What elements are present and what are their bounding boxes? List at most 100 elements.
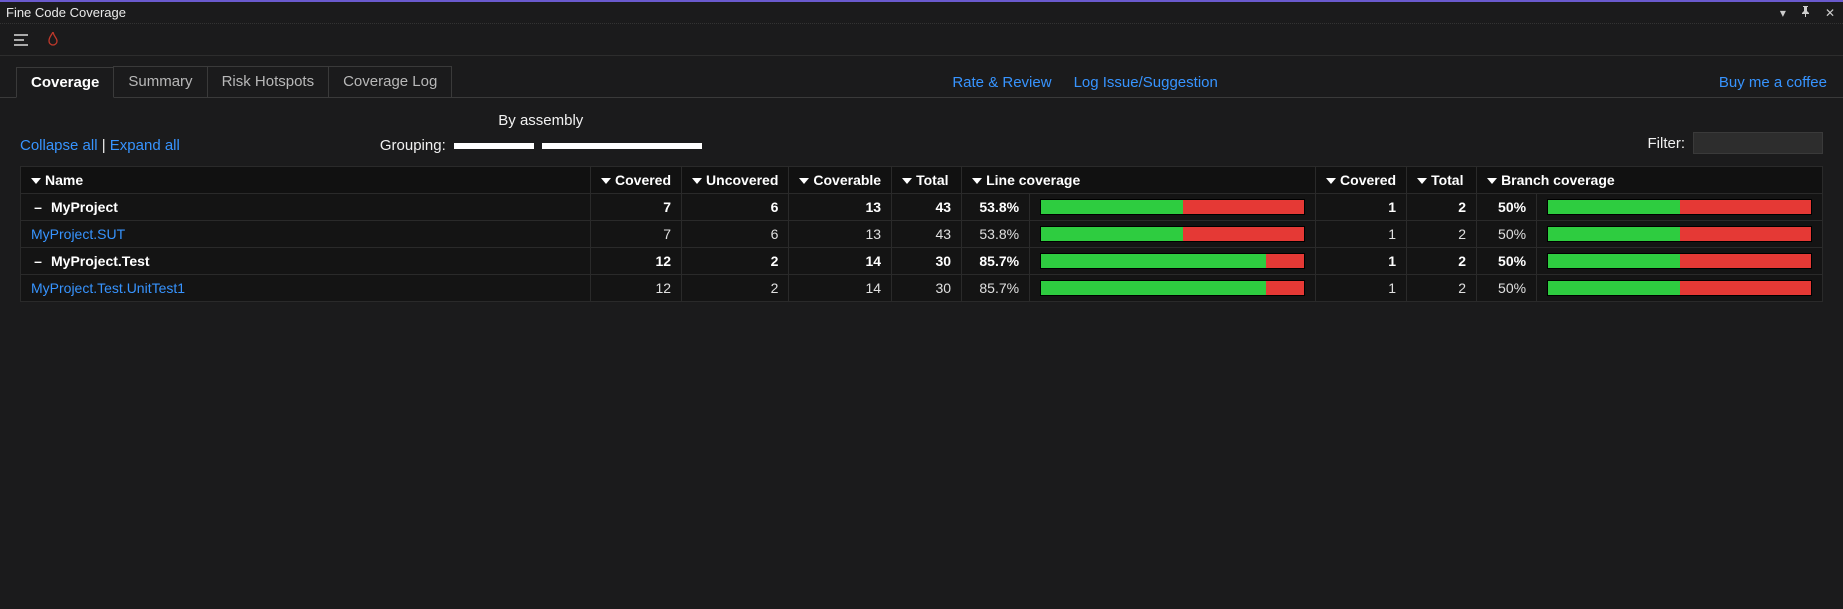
assembly-name: MyProject.Test [51,253,150,269]
tab-coverage[interactable]: Coverage [16,67,114,98]
grouping-mode-label: By assembly [498,112,583,129]
toolbar [0,24,1843,56]
branch-bar-cell [1537,221,1823,248]
header-links: Rate & Review Log Issue/Suggestion [952,74,1218,97]
branch-covered-cell: 1 [1316,275,1407,302]
branch-bar-cell [1537,248,1823,275]
expand-all-link[interactable]: Expand all [110,137,180,154]
covered-cell: 7 [591,194,682,221]
collapse-all-link[interactable]: Collapse all [20,137,98,154]
line-pct-cell: 53.8% [962,221,1030,248]
line-coverage-bar [1040,199,1305,215]
filter-input[interactable] [1693,132,1823,154]
log-issue-link[interactable]: Log Issue/Suggestion [1074,74,1218,91]
tabs: CoverageSummaryRisk HotspotsCoverage Log [16,66,451,97]
titlebar: Fine Code Coverage ▾ ✕ [0,2,1843,24]
filter-label: Filter: [1648,135,1686,152]
tab-coverage-log[interactable]: Coverage Log [328,66,452,97]
name-cell: MyProject.Test.UnitTest1 [21,275,591,302]
rate-review-link[interactable]: Rate & Review [952,74,1051,91]
tab-risk-hotspots[interactable]: Risk Hotspots [207,66,330,97]
line-bar-cell [1030,194,1316,221]
branch-pct-cell: 50% [1477,221,1537,248]
name-cell: MyProject.SUT [21,221,591,248]
coverable-cell: 14 [789,275,892,302]
col-uncovered[interactable]: Uncovered [682,167,789,194]
line-coverage-bar [1040,280,1305,296]
col-coverable[interactable]: Coverable [789,167,892,194]
window: Fine Code Coverage ▾ ✕ CoverageSummaryRi… [0,0,1843,609]
coverage-table: Name Covered Uncovered Coverable Total L… [20,166,1823,302]
coverable-cell: 14 [789,248,892,275]
line-coverage-bar [1040,253,1305,269]
separator: | [102,137,110,154]
collapse-toggle-icon[interactable]: – [31,253,45,269]
window-title: Fine Code Coverage [6,5,126,20]
tab-summary[interactable]: Summary [113,66,207,97]
line-pct-cell: 85.7% [962,275,1030,302]
window-pin-icon[interactable] [1798,6,1813,20]
line-pct-cell: 53.8% [962,194,1030,221]
branch-bar-cell [1537,194,1823,221]
name-cell: –MyProject [21,194,591,221]
branch-pct-cell: 50% [1477,275,1537,302]
col-covered[interactable]: Covered [591,167,682,194]
collapse-expand-links: Collapse all | Expand all [20,137,180,154]
collapse-toggle-icon[interactable]: – [31,199,45,215]
branch-pct-cell: 50% [1477,194,1537,221]
table-row: MyProject.Test.UnitTest1122143085.7%1250… [21,275,1823,302]
grouping-slider-1[interactable] [454,143,534,149]
branch-total-cell: 2 [1407,221,1477,248]
total-cell: 30 [892,275,962,302]
branch-bar-cell [1537,275,1823,302]
grouping-block: By assembly Grouping: [380,112,702,154]
grouping-label: Grouping: [380,137,446,154]
window-dropdown-icon[interactable]: ▾ [1778,6,1788,20]
col-line-coverage[interactable]: Line coverage [962,167,1316,194]
uncovered-cell: 6 [682,194,789,221]
titlebar-controls: ▾ ✕ [1778,6,1837,20]
class-link[interactable]: MyProject.SUT [31,226,125,242]
table-header-row: Name Covered Uncovered Coverable Total L… [21,167,1823,194]
col-branch-covered[interactable]: Covered [1316,167,1407,194]
covered-cell: 12 [591,275,682,302]
col-total[interactable]: Total [892,167,962,194]
coverable-cell: 13 [789,194,892,221]
window-close-icon[interactable]: ✕ [1823,6,1837,20]
table-row: –MyProject76134353.8%1250% [21,194,1823,221]
total-cell: 43 [892,221,962,248]
col-branch-total[interactable]: Total [1407,167,1477,194]
assembly-name: MyProject [51,199,118,215]
uncovered-cell: 2 [682,275,789,302]
total-cell: 43 [892,194,962,221]
grouping-slider-2[interactable] [542,143,702,149]
content: Collapse all | Expand all By assembly Gr… [0,98,1843,322]
line-bar-cell [1030,275,1316,302]
line-coverage-bar [1040,226,1305,242]
branch-coverage-bar [1547,199,1812,215]
covered-cell: 7 [591,221,682,248]
coverable-cell: 13 [789,221,892,248]
table-row: –MyProject.Test122143085.7%1250% [21,248,1823,275]
line-bar-cell [1030,248,1316,275]
covered-cell: 12 [591,248,682,275]
branch-coverage-bar [1547,226,1812,242]
branch-covered-cell: 1 [1316,194,1407,221]
coverage-settings-icon[interactable] [14,33,32,47]
branch-total-cell: 2 [1407,248,1477,275]
branch-pct-cell: 50% [1477,248,1537,275]
class-link[interactable]: MyProject.Test.UnitTest1 [31,280,185,296]
col-name[interactable]: Name [21,167,591,194]
branch-total-cell: 2 [1407,194,1477,221]
flame-icon[interactable] [46,32,60,48]
col-branch-coverage[interactable]: Branch coverage [1477,167,1823,194]
branch-covered-cell: 1 [1316,248,1407,275]
branch-coverage-bar [1547,280,1812,296]
branch-coverage-bar [1547,253,1812,269]
buy-coffee-link[interactable]: Buy me a coffee [1719,74,1827,97]
uncovered-cell: 6 [682,221,789,248]
uncovered-cell: 2 [682,248,789,275]
branch-total-cell: 2 [1407,275,1477,302]
filter-block: Filter: [1648,132,1824,154]
total-cell: 30 [892,248,962,275]
